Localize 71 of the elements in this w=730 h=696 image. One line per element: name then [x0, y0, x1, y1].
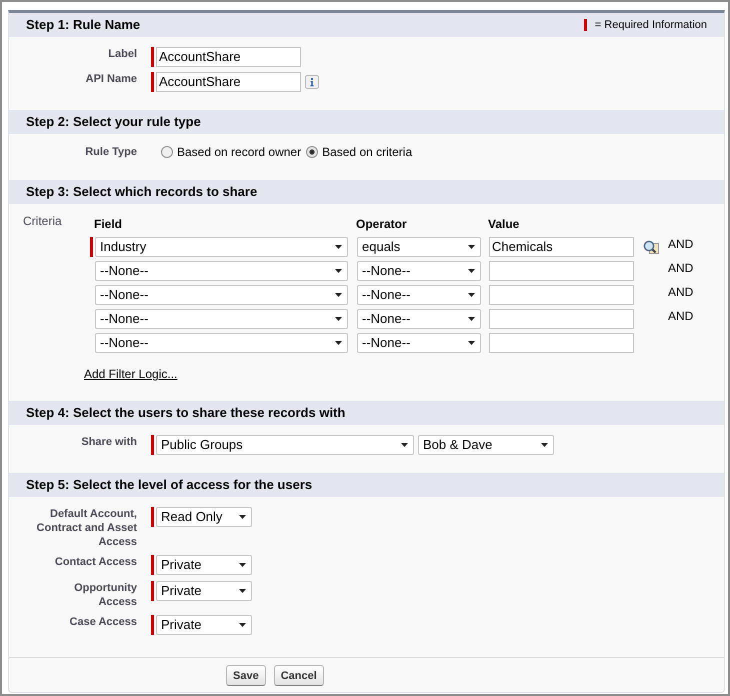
- caret-icon: [335, 293, 342, 297]
- radio-button[interactable]: [306, 146, 318, 158]
- caret-icon: [468, 293, 475, 297]
- group-dropdown[interactable]: Bob & Dave: [418, 435, 554, 455]
- conjunction-label: AND: [668, 309, 694, 323]
- access-dropdown[interactable]: Private: [156, 555, 252, 575]
- add-filter-logic-link[interactable]: Add Filter Logic...: [84, 367, 178, 381]
- section-title: Step 4: Select the users to share these records with: [26, 405, 346, 421]
- save-button[interactable]: Save: [226, 665, 266, 686]
- radio-label: Based on criteria: [322, 144, 412, 160]
- conjunction-label: AND: [668, 285, 694, 299]
- field-dropdown[interactable]: --None--: [95, 333, 348, 353]
- caret-icon: [541, 443, 548, 447]
- operator-dropdown[interactable]: --None--: [357, 333, 481, 353]
- caret-icon: [468, 245, 475, 249]
- caret-icon: [239, 563, 246, 567]
- section-title: Step 3: Select which records to share: [26, 184, 258, 200]
- field-dropdown[interactable]: --None--: [95, 309, 348, 329]
- column-header: Operator: [356, 217, 408, 231]
- info-icon[interactable]: [305, 75, 319, 89]
- access-dropdown[interactable]: Private: [156, 615, 252, 635]
- field-label: Share with: [80, 435, 137, 449]
- field-label: Opportunity Access: [73, 581, 137, 609]
- field-dropdown[interactable]: --None--: [95, 285, 348, 305]
- radio-button[interactable]: [161, 146, 173, 158]
- caret-icon: [239, 515, 246, 519]
- section-title: Step 2: Select your rule type: [26, 114, 201, 130]
- caret-icon: [401, 443, 408, 447]
- field-label: Case Access: [68, 615, 137, 629]
- field-label: API Name: [84, 72, 137, 86]
- caret-icon: [239, 623, 246, 627]
- value-input[interactable]: [489, 285, 634, 305]
- caret-icon: [468, 341, 475, 345]
- column-header: Value: [488, 217, 520, 231]
- value-input[interactable]: [489, 261, 634, 281]
- search-icon[interactable]: [643, 240, 659, 254]
- caret-icon: [468, 317, 475, 321]
- operator-dropdown[interactable]: --None--: [357, 309, 481, 329]
- access-dropdown[interactable]: Read Only: [156, 507, 252, 527]
- caret-icon: [335, 341, 342, 345]
- field-label: Rule Type: [84, 145, 137, 160]
- operator-dropdown[interactable]: equals: [357, 237, 481, 257]
- text-input[interactable]: AccountShare: [156, 72, 301, 92]
- cancel-button[interactable]: Cancel: [274, 665, 324, 686]
- caret-icon: [335, 317, 342, 321]
- required-bar-icon: [584, 19, 587, 31]
- radio-label: Based on record owner: [177, 144, 302, 160]
- access-dropdown[interactable]: Private: [156, 581, 252, 601]
- value-input[interactable]: [489, 309, 634, 329]
- field-label: Label: [107, 47, 137, 61]
- field-label: Default Account, Contract and Asset Access: [36, 507, 137, 549]
- value-input[interactable]: [489, 333, 634, 353]
- text-input[interactable]: AccountShare: [156, 47, 301, 67]
- conjunction-label: AND: [668, 237, 694, 251]
- operator-dropdown[interactable]: --None--: [357, 261, 481, 281]
- field-dropdown[interactable]: Industry: [95, 237, 348, 257]
- conjunction-label: AND: [668, 261, 694, 275]
- column-header: Field: [94, 217, 124, 231]
- field-dropdown[interactable]: --None--: [95, 261, 348, 281]
- criteria-label: Criteria: [23, 214, 63, 228]
- caret-icon: [335, 269, 342, 273]
- operator-dropdown[interactable]: --None--: [357, 285, 481, 305]
- required-legend: = Required Information: [594, 18, 707, 32]
- value-input[interactable]: Chemicals: [489, 237, 634, 257]
- section-title: Step 5: Select the level of access for the users: [26, 477, 312, 493]
- caret-icon: [468, 269, 475, 273]
- caret-icon: [335, 245, 342, 249]
- share-type-dropdown[interactable]: Public Groups: [156, 435, 414, 455]
- caret-icon: [239, 589, 246, 593]
- field-label: Contact Access: [54, 555, 137, 569]
- section-title: Step 1: Rule Name: [26, 17, 140, 33]
